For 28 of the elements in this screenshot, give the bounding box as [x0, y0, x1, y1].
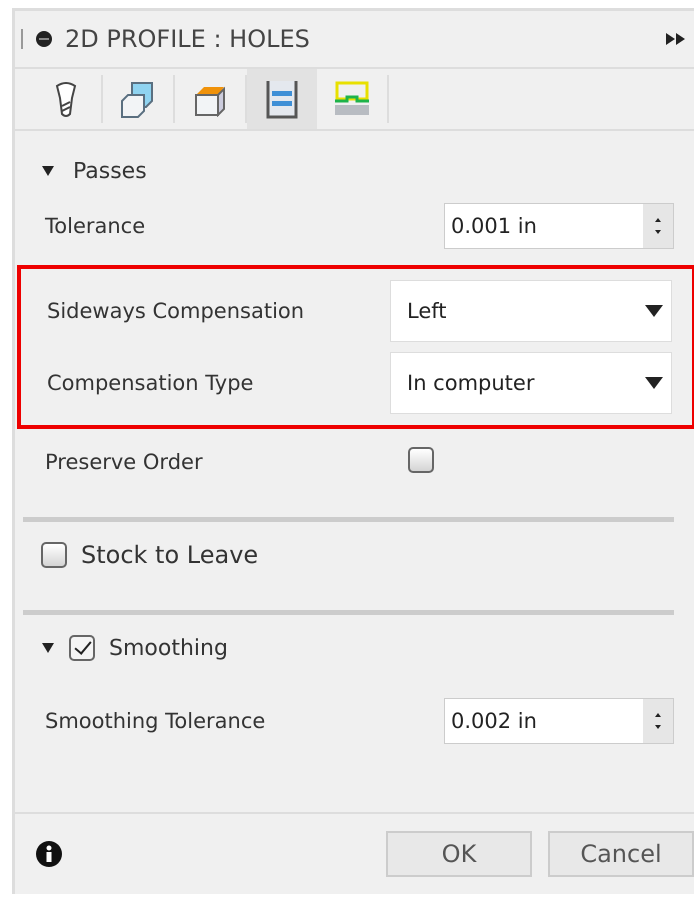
checkbox[interactable]: [408, 446, 434, 472]
tab[interactable]: [247, 69, 317, 129]
collapse-arrow-icon[interactable]: [41, 642, 55, 654]
dropdown-arrow-icon: [645, 304, 663, 318]
expand-icon[interactable]: [666, 32, 686, 46]
collapse-arrow-icon[interactable]: [41, 165, 55, 177]
window-title: 2D PROFILE : HOLES: [65, 25, 311, 53]
tolerance-field[interactable]: 0.001 in: [444, 203, 674, 249]
field-label: Preserve Order: [45, 450, 203, 474]
dropdown[interactable]: In computer: [390, 352, 672, 414]
checkbox[interactable]: [69, 635, 95, 661]
checkbox-label: Stock to Leave: [81, 541, 258, 569]
field-label: Smoothing Tolerance: [45, 709, 266, 733]
checkbox[interactable]: [41, 542, 67, 568]
dropdown-arrow-icon: [645, 376, 663, 390]
collapse-icon[interactable]: [35, 30, 53, 48]
field-label: Compensation Type: [47, 371, 254, 395]
checkbox-label: Smoothing: [109, 636, 228, 660]
ok-button[interactable]: OK: [386, 831, 532, 877]
tolerance-field[interactable]: 0.002 in: [444, 698, 674, 744]
info-icon[interactable]: [35, 840, 63, 868]
cancel-button[interactable]: Cancel: [548, 831, 694, 877]
passes-icon: [264, 79, 300, 119]
dropdown[interactable]: Left: [390, 280, 672, 342]
linking-icon: [333, 81, 371, 117]
section-title: Passes: [73, 158, 147, 184]
field-label: Sideways Compensation: [47, 299, 304, 323]
field-label: Tolerance: [45, 214, 146, 238]
